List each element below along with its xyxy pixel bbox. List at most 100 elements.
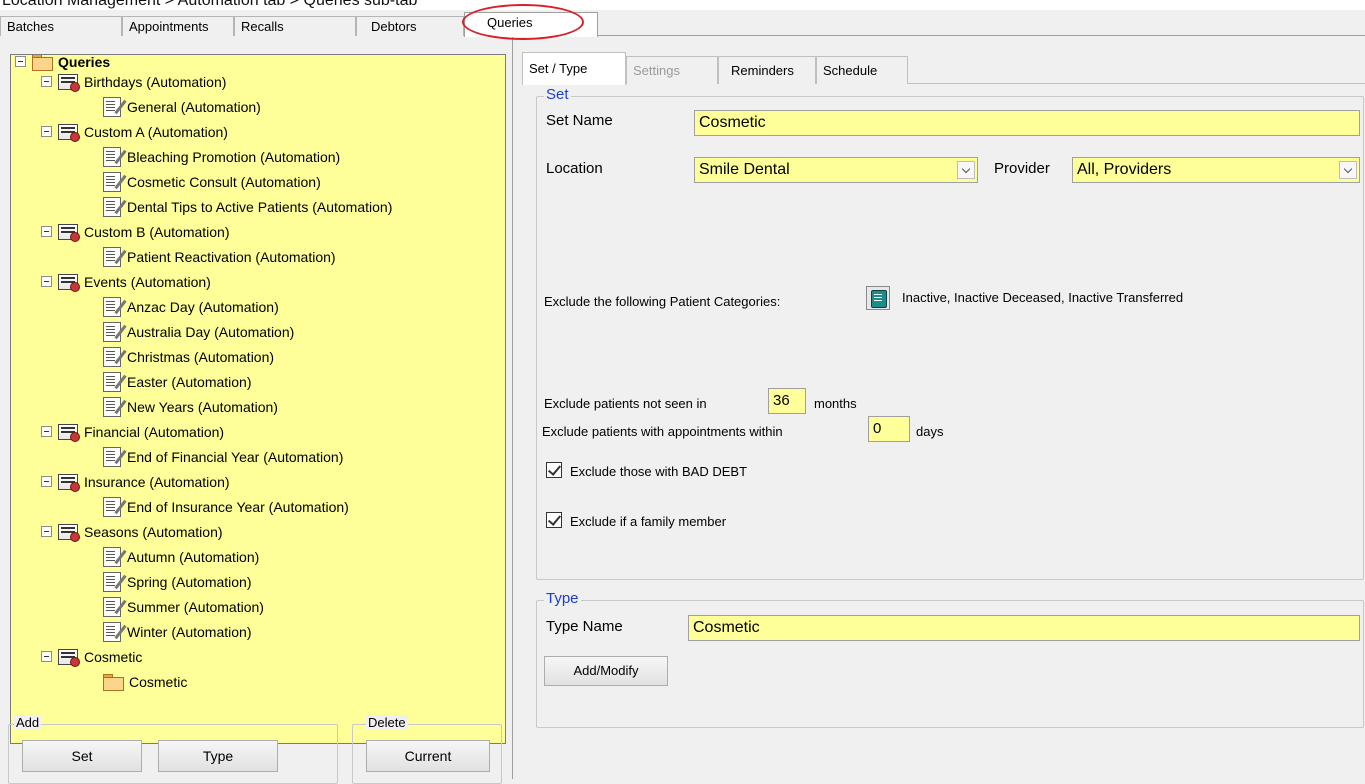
tree-type-item[interactable]: Christmas (Automation) xyxy=(103,344,274,369)
add-type-button[interactable]: Type xyxy=(158,740,278,772)
collapse-icon[interactable] xyxy=(41,651,52,662)
tree-type-item-selected[interactable]: Cosmetic xyxy=(103,669,187,694)
details-panel: Set / Type Settings Reminders Schedule S… xyxy=(522,36,1365,779)
type-section-title: Type xyxy=(544,590,581,607)
tree-set-item[interactable]: Custom B (Automation) xyxy=(41,219,230,244)
tab-queries[interactable]: Queries xyxy=(464,12,598,37)
query-type-icon xyxy=(103,371,121,392)
family-member-label: Exclude if a family member xyxy=(570,514,727,529)
tab-debtors[interactable]: Debtors xyxy=(356,16,464,36)
tree-item-label: Summer (Automation) xyxy=(127,598,264,615)
query-type-icon xyxy=(103,396,121,417)
tree-type-item[interactable]: Patient Reactivation (Automation) xyxy=(103,244,336,269)
tree-type-item[interactable]: Winter (Automation) xyxy=(103,619,251,644)
collapse-icon[interactable] xyxy=(41,476,52,487)
tab-reminders[interactable]: Reminders xyxy=(718,56,816,84)
query-set-icon xyxy=(58,423,80,442)
query-type-icon xyxy=(103,571,121,592)
tab-batches[interactable]: Batches xyxy=(0,16,122,36)
not-seen-months-input[interactable]: 36 xyxy=(768,388,806,414)
tree-item-label: End of Financial Year (Automation) xyxy=(127,448,344,465)
tab-settings[interactable]: Settings xyxy=(626,56,718,84)
collapse-icon[interactable] xyxy=(41,76,52,87)
type-name-input[interactable]: Cosmetic xyxy=(688,615,1360,641)
bad-debt-checkbox[interactable] xyxy=(546,462,562,478)
add-set-button[interactable]: Set xyxy=(22,740,142,772)
tab-recalls[interactable]: Recalls xyxy=(234,16,356,36)
exclude-categories-value: Inactive, Inactive Deceased, Inactive Tr… xyxy=(902,290,1184,305)
tree-item-label: Events (Automation) xyxy=(84,273,211,290)
query-type-icon xyxy=(103,296,121,317)
panel-divider xyxy=(512,36,513,779)
tab-appointments[interactable]: Appointments xyxy=(122,16,234,36)
query-set-icon xyxy=(58,473,80,492)
tree-type-item[interactable]: Anzac Day (Automation) xyxy=(103,294,279,319)
query-type-icon xyxy=(103,196,121,217)
sub-tab-bar: Set / Type Settings Reminders Schedule xyxy=(522,52,1365,85)
category-book-icon[interactable] xyxy=(866,286,890,310)
set-name-label: Set Name xyxy=(546,112,613,129)
folder-icon xyxy=(103,674,124,691)
tree-set-item[interactable]: Cosmetic xyxy=(41,644,142,669)
location-value: Smile Dental xyxy=(699,161,790,178)
tree-type-item[interactable]: Dental Tips to Active Patients (Automati… xyxy=(103,194,392,219)
tree-type-item[interactable]: Easter (Automation) xyxy=(103,369,252,394)
tree-item-label: Bleaching Promotion (Automation) xyxy=(127,148,341,165)
collapse-icon[interactable] xyxy=(41,226,52,237)
query-set-icon xyxy=(58,73,80,92)
collapse-icon[interactable] xyxy=(41,276,52,287)
query-type-icon xyxy=(103,321,121,342)
tree-set-item[interactable]: Financial (Automation) xyxy=(41,419,224,444)
tree-item-label: Winter (Automation) xyxy=(127,623,252,640)
collapse-icon[interactable] xyxy=(41,426,52,437)
not-seen-prefix: Exclude patients not seen in xyxy=(544,396,707,411)
tree-type-item[interactable]: Cosmetic Consult (Automation) xyxy=(103,169,321,194)
tree-type-item[interactable]: End of Insurance Year (Automation) xyxy=(103,494,349,519)
query-type-icon xyxy=(103,496,121,517)
tree-item-label: Autumn (Automation) xyxy=(127,548,260,565)
queries-tree[interactable]: Queries Birthdays (Automation) General (… xyxy=(10,54,506,744)
tree-item-label: Easter (Automation) xyxy=(127,373,252,390)
query-type-icon xyxy=(103,546,121,567)
appt-within-days-input[interactable]: 0 xyxy=(868,416,910,442)
location-select[interactable]: Smile Dental xyxy=(694,157,978,183)
appt-within-prefix: Exclude patients with appointments withi… xyxy=(542,424,783,439)
collapse-icon[interactable] xyxy=(41,526,52,537)
tree-set-item[interactable]: Custom A (Automation) xyxy=(41,119,228,144)
tree-type-item[interactable]: Summer (Automation) xyxy=(103,594,264,619)
tree-root-label: Queries xyxy=(58,54,111,70)
location-label: Location xyxy=(546,160,603,177)
provider-select[interactable]: All, Providers xyxy=(1072,157,1360,183)
tree-set-item[interactable]: Insurance (Automation) xyxy=(41,469,230,494)
query-type-icon xyxy=(103,171,121,192)
collapse-icon[interactable] xyxy=(41,126,52,137)
caption-text: Location Management > Automation tab > Q… xyxy=(0,0,1365,10)
tree-item-label: Cosmetic xyxy=(129,673,188,690)
tree-type-item[interactable]: New Years (Automation) xyxy=(103,394,278,419)
tree-set-item[interactable]: Seasons (Automation) xyxy=(41,519,223,544)
tree-type-item[interactable]: End of Financial Year (Automation) xyxy=(103,444,343,469)
tree-type-item[interactable]: Australia Day (Automation) xyxy=(103,319,294,344)
tab-set-type[interactable]: Set / Type xyxy=(522,52,626,85)
tree-item-label: Patient Reactivation (Automation) xyxy=(127,248,336,265)
tree-item-label: Custom B (Automation) xyxy=(84,223,230,240)
tree-type-item[interactable]: Bleaching Promotion (Automation) xyxy=(103,144,340,169)
query-type-icon xyxy=(103,596,121,617)
tree-type-item[interactable]: Spring (Automation) xyxy=(103,569,252,594)
tree-type-item[interactable]: General (Automation) xyxy=(103,94,261,119)
provider-label: Provider xyxy=(994,160,1050,177)
tree-item-label: General (Automation) xyxy=(127,98,261,115)
family-member-checkbox[interactable] xyxy=(546,512,562,528)
set-name-input[interactable]: Cosmetic xyxy=(694,110,1360,136)
chevron-down-icon[interactable] xyxy=(957,161,975,179)
tree-set-item[interactable]: Events (Automation) xyxy=(41,269,211,294)
chevron-down-icon[interactable] xyxy=(1339,161,1357,179)
tree-type-item[interactable]: Autumn (Automation) xyxy=(103,544,259,569)
collapse-icon[interactable] xyxy=(15,56,26,67)
query-type-icon xyxy=(103,146,121,167)
tab-schedule[interactable]: Schedule xyxy=(816,56,908,84)
add-modify-button[interactable]: Add/Modify xyxy=(544,656,668,686)
delete-current-button[interactable]: Current xyxy=(366,740,490,772)
tree-set-item[interactable]: Birthdays (Automation) xyxy=(41,69,226,94)
not-seen-suffix: months xyxy=(814,396,857,411)
